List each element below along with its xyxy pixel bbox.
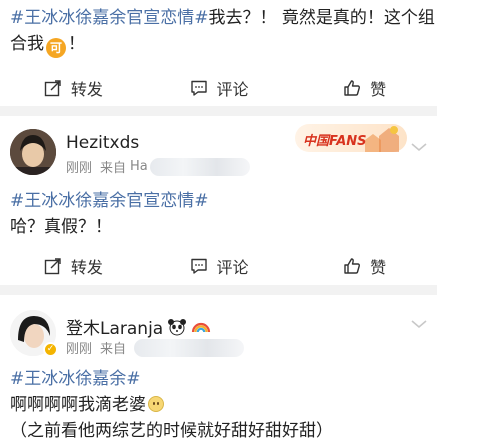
avatar[interactable]	[10, 129, 56, 175]
post3-line2: （之前看他两综艺的时候就好甜好甜好甜）	[10, 421, 333, 441]
rainbow-badge-icon	[192, 322, 211, 332]
post1-hashtag[interactable]: #王冰冰徐嘉余官宣恋情#	[10, 8, 209, 28]
comment-button[interactable]: 评论	[146, 248, 292, 284]
divider	[0, 106, 437, 116]
post2-hashtag[interactable]: #王冰冰徐嘉余官宣恋情#	[10, 188, 209, 214]
repost-icon	[44, 80, 61, 97]
comment-icon	[190, 258, 207, 274]
fans-badge[interactable]: 中国FANS	[295, 118, 407, 158]
repost-label: 转发	[70, 80, 103, 99]
thumbs-up-icon	[344, 258, 361, 274]
like-label: 赞	[370, 80, 387, 99]
avatar-portrait-icon	[10, 129, 56, 175]
chevron-down-icon[interactable]	[410, 141, 428, 153]
comment-button[interactable]: 评论	[146, 70, 292, 106]
repost-button[interactable]: 转发	[0, 70, 146, 106]
feed-panel: #王冰冰徐嘉余官宣恋情#我去？！ 竟然是真的！这个组 合我可！ 转发 评论 赞 …	[0, 0, 437, 446]
post2-text: #王冰冰徐嘉余官宣恋情# 哈？真假？！	[10, 188, 209, 240]
smile-emoji-icon	[148, 396, 164, 412]
post2-source-prefix: 来自	[100, 161, 127, 176]
post3-hashtag[interactable]: #王冰冰徐嘉余#	[10, 366, 333, 392]
blurred-source	[149, 157, 250, 176]
comment-label: 评论	[216, 80, 249, 99]
post3-username[interactable]: 登木Laranja	[66, 314, 163, 339]
verified-badge-icon: ✓	[43, 342, 58, 357]
repost-label: 转发	[70, 258, 103, 277]
post2-time: 刚刚	[66, 161, 93, 176]
divider	[0, 285, 437, 295]
post3-text: #王冰冰徐嘉余# 啊啊啊啊我滴老婆 （之前看他两综艺的时候就好甜好甜好甜）	[10, 366, 333, 444]
like-button[interactable]: 赞	[291, 70, 437, 106]
fans-badge-label: 中国FANS	[303, 134, 367, 149]
ke-emoji-icon: 可	[46, 38, 66, 58]
post2-body: 哈？真假？！	[10, 217, 112, 237]
repost-icon	[44, 258, 61, 275]
comment-icon	[190, 80, 207, 96]
post2-source: Ha	[130, 159, 148, 174]
post2-action-bar: 转发 评论 赞	[0, 248, 437, 284]
post1-text: #王冰冰徐嘉余官宣恋情#我去？！ 竟然是真的！这个组 合我可！	[10, 5, 435, 58]
blurred-source	[134, 338, 245, 357]
post3-time: 刚刚	[66, 342, 93, 357]
post2-username[interactable]: Hezitxds	[66, 133, 139, 153]
chevron-down-icon[interactable]	[410, 318, 428, 330]
post1-line2-start: 合我	[10, 34, 44, 54]
post3-meta: 刚刚 来自	[66, 338, 245, 357]
panda-icon	[168, 318, 187, 335]
comment-label: 评论	[216, 258, 249, 277]
like-button[interactable]: 赞	[291, 248, 437, 284]
post3-line1: 啊啊啊啊我滴老婆	[10, 395, 146, 415]
like-label: 赞	[370, 258, 387, 277]
thumbs-up-icon	[344, 80, 361, 96]
post1-line2-end: ！	[68, 34, 85, 54]
post3-username-row: 登木Laranja	[66, 314, 211, 339]
post2-meta: 刚刚 来自 Ha	[66, 157, 250, 176]
repost-button[interactable]: 转发	[0, 248, 146, 284]
post3-source-prefix: 来自	[100, 342, 127, 357]
post1-action-bar: 转发 评论 赞	[0, 70, 437, 106]
post1-line1: 我去？！ 竟然是真的！这个组	[208, 8, 435, 28]
